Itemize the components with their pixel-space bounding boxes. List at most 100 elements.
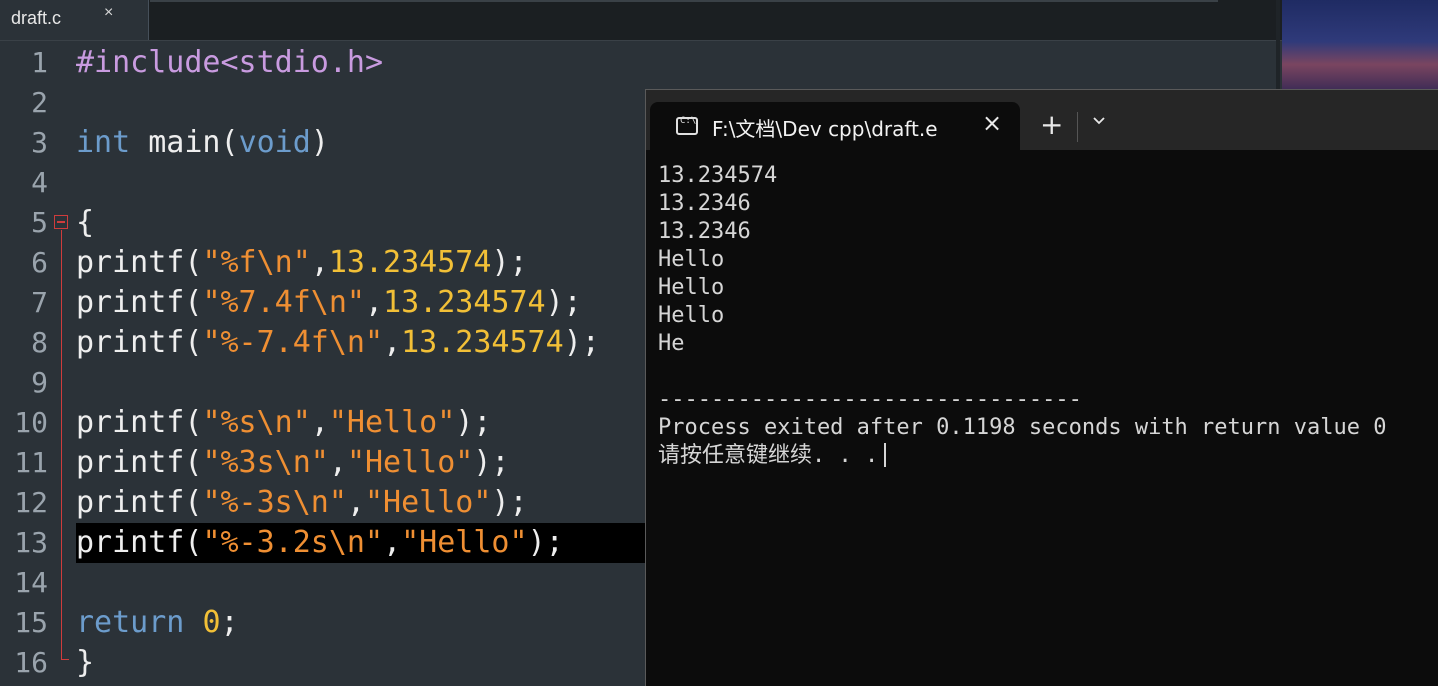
- console-output-text: 13.234574: [658, 163, 778, 188]
- line-number: 2: [31, 86, 48, 119]
- code-line[interactable]: int main(void): [76, 123, 329, 163]
- console-output-line: Hello: [658, 302, 724, 330]
- console-output-line: He: [658, 330, 685, 358]
- code-token: ;: [220, 605, 239, 640]
- text-cursor: [884, 443, 887, 467]
- close-icon[interactable]: ×: [104, 4, 113, 22]
- console-output-line: 请按任意键继续. . .: [658, 442, 887, 470]
- code-token: ): [310, 125, 329, 160]
- console-output-text: 13.2346: [658, 219, 751, 244]
- code-line[interactable]: #include<stdio.h>: [76, 43, 383, 83]
- console-title-bar: C:\ F:\文档\Dev cpp\draft.e × +: [646, 90, 1438, 150]
- terminal-icon: C:\: [676, 116, 698, 135]
- code-token: ,: [310, 245, 329, 280]
- code-token: int: [76, 125, 131, 160]
- code-token: 13.234574: [328, 245, 492, 280]
- editor-tab-bar: draft.c ×: [0, 0, 1438, 41]
- background-wallpaper-fragment: [1282, 0, 1438, 92]
- code-line[interactable]: printf("%7.4f\n",13.234574);: [76, 283, 582, 323]
- code-line[interactable]: printf("%3s\n","Hello");: [76, 443, 510, 483]
- console-output-text: 13.2346: [658, 191, 751, 216]
- line-number: 5: [31, 206, 48, 239]
- console-output-line: 13.2346: [658, 190, 751, 218]
- console-output-text: 请按任意键继续. . .: [658, 443, 879, 468]
- line-number: 15: [14, 606, 48, 639]
- console-output-text: He: [658, 331, 685, 356]
- code-token: printf(: [76, 445, 203, 480]
- code-token: ,: [365, 285, 384, 320]
- console-output-line: 13.234574: [658, 162, 777, 190]
- fold-end-marker: [61, 659, 69, 660]
- code-token: "%-3.2s\n": [202, 525, 384, 560]
- code-line[interactable]: printf("%-3s\n","Hello");: [76, 483, 528, 523]
- title-bar-separator: [1077, 112, 1078, 142]
- line-number: 9: [31, 366, 48, 399]
- console-output-line: 13.2346: [658, 218, 751, 246]
- code-token: printf(: [76, 285, 203, 320]
- code-token: "%s\n": [202, 405, 311, 440]
- console-tab-title: F:\文档\Dev cpp\draft.e: [712, 117, 938, 141]
- code-token: "Hello": [401, 525, 528, 560]
- line-number: 14: [14, 566, 48, 599]
- code-token: 0: [202, 605, 221, 640]
- new-tab-plus-icon[interactable]: +: [1040, 110, 1063, 140]
- console-output-text: Hello: [658, 247, 725, 272]
- line-number: 10: [14, 406, 48, 439]
- console-output-line: Process exited after 0.1198 seconds with…: [658, 414, 1386, 442]
- code-token: ,: [346, 485, 365, 520]
- code-token: printf(: [76, 405, 203, 440]
- console-output-line: Hello: [658, 246, 724, 274]
- close-icon[interactable]: ×: [982, 109, 1002, 137]
- code-token: "%-7.4f\n": [202, 325, 384, 360]
- code-line[interactable]: }: [76, 643, 94, 683]
- console-output-text: Process exited after 0.1198 seconds with…: [658, 415, 1387, 440]
- code-token: ,: [383, 525, 402, 560]
- code-token: main(: [130, 125, 239, 160]
- code-line[interactable]: printf("%s\n","Hello");: [76, 403, 491, 443]
- line-number: 16: [14, 646, 48, 679]
- line-number: 11: [14, 446, 48, 479]
- line-number: 1: [31, 46, 48, 79]
- console-output-text: Hello: [658, 275, 725, 300]
- code-token: 13.234574: [401, 325, 564, 360]
- code-token: #include<stdio.h>: [76, 45, 384, 80]
- code-token: void: [238, 125, 311, 160]
- line-number: 6: [31, 246, 48, 279]
- code-token: ,: [310, 405, 329, 440]
- code-token: 13.234574: [383, 285, 546, 320]
- code-token: printf(: [76, 245, 203, 280]
- code-token: );: [545, 285, 582, 320]
- code-line[interactable]: printf("%f\n",13.234574);: [76, 243, 528, 283]
- line-number: 3: [31, 126, 48, 159]
- line-number: 4: [31, 166, 48, 199]
- fold-collapse-icon[interactable]: [54, 215, 68, 229]
- code-token: "Hello": [365, 485, 492, 520]
- console-output-text: --------------------------------: [658, 387, 1082, 412]
- editor-tab-draft-c[interactable]: draft.c ×: [0, 0, 149, 40]
- tab-bar-divider: [150, 0, 1218, 2]
- console-output-line: Hello: [658, 274, 724, 302]
- code-token: );: [473, 445, 510, 480]
- code-token: return: [76, 605, 185, 640]
- code-token: printf(: [76, 485, 203, 520]
- code-token: }: [76, 645, 95, 680]
- code-token: "%-3s\n": [202, 485, 347, 520]
- console-tab[interactable]: C:\ F:\文档\Dev cpp\draft.e ×: [650, 102, 1020, 150]
- code-token: ,: [328, 445, 347, 480]
- code-token: "%7.4f\n": [202, 285, 365, 320]
- fold-guide-line: [61, 230, 62, 660]
- code-line[interactable]: printf("%-7.4f\n",13.234574);: [76, 323, 600, 363]
- code-line-current[interactable]: printf("%-3.2s\n","Hello");: [76, 523, 646, 563]
- code-token: printf(: [76, 525, 203, 560]
- line-number-gutter: 1 2 3 4 5 6 7 8 9 10 11 12 13 14 15 16: [0, 41, 58, 685]
- code-token: printf(: [76, 325, 203, 360]
- chevron-down-icon[interactable]: [1092, 114, 1106, 128]
- code-token: );: [455, 405, 492, 440]
- code-token: "Hello": [346, 445, 474, 480]
- console-output-text: Hello: [658, 303, 725, 328]
- code-token: "%f\n": [202, 245, 311, 280]
- code-line[interactable]: return 0;: [76, 603, 239, 643]
- code-line[interactable]: {: [76, 203, 94, 243]
- console-window[interactable]: C:\ F:\文档\Dev cpp\draft.e × + 13.234574 1…: [645, 89, 1438, 686]
